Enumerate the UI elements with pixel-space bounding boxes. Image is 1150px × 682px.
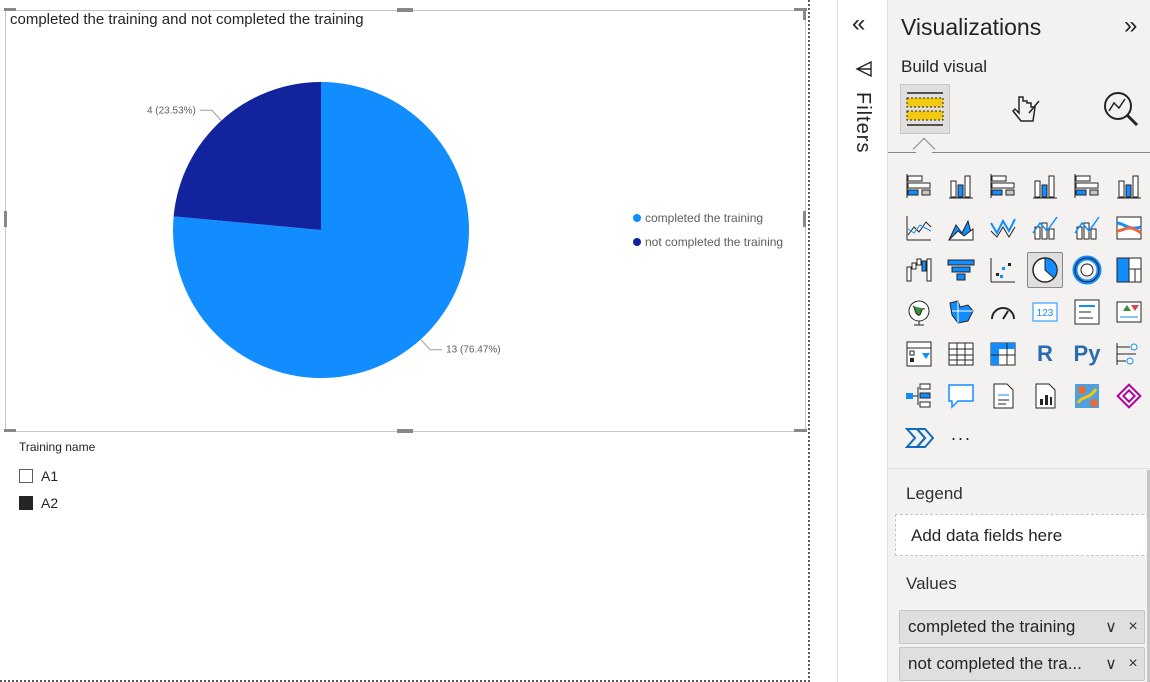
clustered-bar-icon[interactable] — [985, 168, 1021, 204]
values-well-label: Values — [906, 574, 957, 593]
visualizations-pane: Visualizations » Build visual 123 R Py ·… — [887, 0, 1150, 682]
resize-handle-bottom-right[interactable] — [794, 429, 807, 432]
analytics-tab[interactable] — [1096, 84, 1146, 134]
slicer-icon[interactable] — [901, 336, 937, 372]
legend-marker — [633, 238, 641, 246]
ribbon-chart-icon[interactable] — [1111, 210, 1147, 246]
clustered-column-icon[interactable] — [1027, 168, 1063, 204]
azure-map-icon[interactable] — [1069, 378, 1105, 414]
100-stacked-bar-icon[interactable] — [1069, 168, 1105, 204]
expand-pane-icon[interactable]: » — [1124, 12, 1137, 40]
collapse-pane-icon[interactable]: « — [852, 10, 865, 38]
smart-narrative-icon[interactable] — [985, 378, 1021, 414]
report-canvas[interactable]: completed the training and not completed… — [0, 0, 810, 682]
resize-handle-bottom[interactable] — [397, 429, 413, 433]
scatter-icon[interactable] — [985, 252, 1021, 288]
filled-map-icon[interactable] — [943, 294, 979, 330]
remove-field-icon[interactable]: × — [1122, 655, 1144, 673]
legend-label: completed the training — [645, 211, 764, 225]
funnel-icon[interactable] — [943, 252, 979, 288]
map-icon[interactable] — [901, 294, 937, 330]
waterfall-icon[interactable] — [901, 252, 937, 288]
resize-handle-left[interactable] — [4, 211, 7, 227]
stacked-area-icon[interactable] — [985, 210, 1021, 246]
checkbox-a1[interactable] — [19, 468, 33, 483]
power-automate-icon[interactable] — [901, 420, 937, 456]
pie-chart-icon[interactable] — [1027, 252, 1063, 288]
matrix-icon[interactable] — [985, 336, 1021, 372]
legend-label: not completed the training — [645, 235, 784, 249]
power-bi-report-editor: completed the training and not completed… — [0, 0, 1150, 682]
build-visual-label: Build visual — [901, 57, 987, 76]
chevron-down-icon[interactable]: ∨ — [1100, 654, 1122, 674]
filters-pane-collapsed[interactable]: « Filters — [837, 0, 887, 682]
legend-item-not-completed[interactable]: not completed the training — [633, 235, 783, 249]
analytics-icon — [1104, 92, 1139, 127]
leader-line — [420, 339, 443, 351]
format-visual-tab[interactable] — [1000, 84, 1050, 134]
pane-title: Visualizations — [901, 14, 1042, 40]
pie-slice-not-completed[interactable] — [173, 82, 321, 230]
resize-handle-top[interactable] — [397, 8, 413, 12]
data-label-completed: 13 (76.47%) — [446, 345, 500, 356]
filters-label[interactable]: Filters — [851, 92, 874, 153]
slicer-item-label: A2 — [41, 494, 59, 511]
legend-item-completed[interactable]: completed the training — [633, 211, 763, 225]
line-clustered-column-icon[interactable] — [1027, 210, 1063, 246]
multi-row-card-icon[interactable] — [1069, 294, 1105, 330]
area-chart-icon[interactable] — [943, 210, 979, 246]
legend-field-well[interactable]: Add data fields here — [895, 514, 1149, 556]
checkbox-a2[interactable] — [19, 495, 33, 510]
selected-tab-caret — [912, 137, 936, 161]
more-visuals-icon[interactable]: ··· — [943, 420, 979, 456]
gauge-icon[interactable] — [985, 294, 1021, 330]
line-chart-icon[interactable] — [901, 210, 937, 246]
fields-divider — [888, 468, 1150, 469]
100-stacked-column-icon[interactable] — [1111, 168, 1147, 204]
table-icon[interactable] — [943, 336, 979, 372]
training-name-slicer[interactable]: Training name A1 A2 — [19, 440, 95, 516]
stacked-bar-icon[interactable] — [901, 168, 937, 204]
value-field-pill[interactable]: completed the training ∨ × — [899, 610, 1145, 644]
stacked-column-icon[interactable] — [943, 168, 979, 204]
legend-well-label: Legend — [906, 484, 963, 503]
resize-handle-top-left[interactable] — [4, 8, 16, 11]
leader-line — [199, 109, 222, 121]
qna-icon[interactable] — [943, 378, 979, 414]
decomposition-tree-icon[interactable] — [901, 378, 937, 414]
build-visual-tab[interactable] — [900, 84, 950, 134]
paginated-report-icon[interactable] — [1027, 378, 1063, 414]
slicer-item-label: A1 — [41, 467, 59, 484]
line-stacked-column-icon[interactable] — [1069, 210, 1105, 246]
value-field-pill[interactable]: not completed the tra... ∨ × — [899, 647, 1145, 681]
python-visual-icon[interactable]: Py — [1069, 336, 1105, 372]
field-name: not completed the tra... — [908, 654, 1082, 673]
donut-chart-icon[interactable] — [1069, 252, 1105, 288]
key-influencers-icon[interactable] — [1111, 336, 1147, 372]
r-visual-icon[interactable]: R — [1027, 336, 1063, 372]
slicer-item-a2[interactable]: A2 — [19, 489, 95, 516]
filter-icon — [855, 60, 872, 78]
power-apps-icon[interactable] — [1111, 378, 1147, 414]
field-name: completed the training — [908, 617, 1076, 636]
legend-marker — [633, 214, 641, 222]
format-visual-icon — [1011, 96, 1040, 122]
resize-handle-right-top[interactable] — [803, 8, 806, 20]
data-label-not-completed: 4 (23.53%) — [147, 105, 196, 116]
kpi-icon[interactable] — [1111, 294, 1147, 330]
resize-handle-bottom-left[interactable] — [4, 429, 16, 432]
remove-field-icon[interactable]: × — [1122, 618, 1144, 636]
pie-chart-visual[interactable]: completed the training and not completed… — [4, 8, 807, 433]
treemap-icon[interactable] — [1111, 252, 1147, 288]
svg-text:123: 123 — [1037, 308, 1054, 319]
card-icon[interactable]: 123 — [1027, 294, 1063, 330]
slicer-item-a1[interactable]: A1 — [19, 462, 95, 489]
resize-handle-right[interactable] — [803, 211, 806, 227]
chevron-down-icon[interactable]: ∨ — [1100, 617, 1122, 637]
build-visual-icon — [906, 92, 944, 126]
slicer-title: Training name — [19, 440, 96, 454]
